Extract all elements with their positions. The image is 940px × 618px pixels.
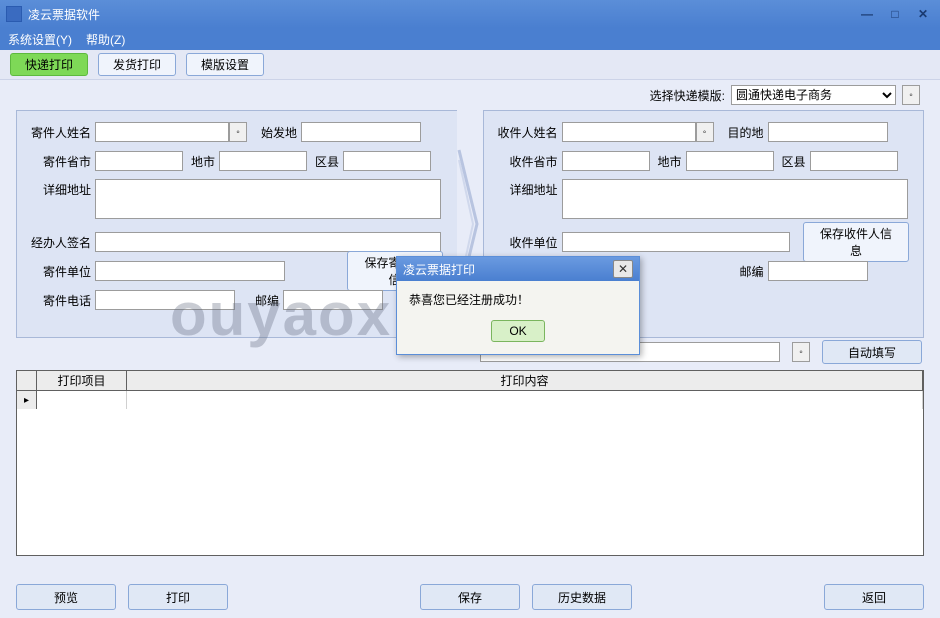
- receiver-province-label: 收件省市: [498, 153, 558, 170]
- receiver-name-label: 收件人姓名: [498, 124, 558, 141]
- receiver-address-input[interactable]: [562, 179, 908, 219]
- receiver-unit-label: 收件单位: [498, 234, 558, 251]
- row-marker-icon: ▸: [17, 391, 37, 409]
- sender-signer-input[interactable]: [95, 232, 441, 252]
- receiver-province-input[interactable]: [562, 151, 650, 171]
- template-dropdown-icon[interactable]: ◦: [902, 85, 920, 105]
- print-button[interactable]: 打印: [128, 584, 228, 610]
- template-label: 选择快递模版:: [650, 87, 725, 104]
- minimize-button[interactable]: —: [856, 6, 878, 22]
- receiver-city-label: 地市: [650, 153, 682, 170]
- grid-corner: [17, 371, 37, 390]
- menu-system-settings[interactable]: 系统设置(Y): [8, 31, 72, 48]
- dialog-message: 恭喜您已经注册成功！: [409, 291, 627, 308]
- app-icon: [6, 6, 22, 22]
- sender-district-label: 区县: [307, 153, 339, 170]
- preview-button[interactable]: 预览: [16, 584, 116, 610]
- title-bar: 凌云票据软件 — □ ✕: [0, 0, 940, 28]
- origin-input[interactable]: [301, 122, 421, 142]
- dialog-close-button[interactable]: ✕: [613, 260, 633, 278]
- save-button[interactable]: 保存: [420, 584, 520, 610]
- dest-input[interactable]: [768, 122, 888, 142]
- autofill-dropdown-icon[interactable]: ◦: [792, 342, 810, 362]
- sender-name-label: 寄件人姓名: [31, 124, 91, 141]
- receiver-postcode-input[interactable]: [768, 261, 868, 281]
- history-button[interactable]: 历史数据: [532, 584, 632, 610]
- sender-address-label: 详细地址: [31, 179, 91, 198]
- back-button[interactable]: 返回: [824, 584, 924, 610]
- print-grid: 打印项目 打印内容 ▸: [16, 370, 924, 556]
- origin-label: 始发地: [247, 124, 297, 141]
- maximize-button[interactable]: □: [884, 6, 906, 22]
- receiver-postcode-label: 邮编: [732, 263, 764, 280]
- menu-help[interactable]: 帮助(Z): [86, 31, 125, 48]
- tab-template-config[interactable]: 模版设置: [186, 53, 264, 76]
- template-selector-row: 选择快递模版: 圆通快递电子商务 ◦: [0, 80, 940, 110]
- tab-shipment-print[interactable]: 发货打印: [98, 53, 176, 76]
- receiver-district-label: 区县: [774, 153, 806, 170]
- sender-province-label: 寄件省市: [31, 153, 91, 170]
- menu-bar: 系统设置(Y) 帮助(Z): [0, 28, 940, 50]
- table-row[interactable]: ▸: [17, 391, 923, 409]
- dest-label: 目的地: [714, 124, 764, 141]
- sender-city-input[interactable]: [219, 151, 307, 171]
- save-receiver-button[interactable]: 保存收件人信息: [803, 222, 909, 262]
- sender-unit-input[interactable]: [95, 261, 285, 281]
- sender-district-input[interactable]: [343, 151, 431, 171]
- success-dialog: 凌云票据打印 ✕ 恭喜您已经注册成功！ OK: [396, 256, 640, 355]
- close-button[interactable]: ✕: [912, 6, 934, 22]
- sender-name-dropdown-icon[interactable]: ◦: [229, 122, 247, 142]
- template-select[interactable]: 圆通快递电子商务: [731, 85, 896, 105]
- sender-city-label: 地市: [183, 153, 215, 170]
- sender-panel: 寄件人姓名 ◦ 始发地 寄件省市 地市 区县 详细地址 经办人签名 寄件单位 保…: [16, 110, 457, 338]
- tab-express-print[interactable]: 快递打印: [10, 53, 88, 76]
- grid-col-item: 打印项目: [37, 371, 127, 390]
- sender-phone-input[interactable]: [95, 290, 235, 310]
- dialog-ok-button[interactable]: OK: [491, 320, 545, 342]
- sender-postcode-input[interactable]: [283, 290, 383, 310]
- receiver-name-dropdown-icon[interactable]: ◦: [696, 122, 714, 142]
- sender-signer-label: 经办人签名: [31, 234, 91, 251]
- window-title: 凌云票据软件: [28, 6, 856, 23]
- receiver-district-input[interactable]: [810, 151, 898, 171]
- sender-address-input[interactable]: [95, 179, 441, 219]
- footer-buttons: 预览 打印 保存 历史数据 返回: [16, 584, 924, 610]
- sender-unit-label: 寄件单位: [31, 263, 91, 280]
- sender-name-input[interactable]: [95, 122, 229, 142]
- autofill-button[interactable]: 自动填写: [822, 340, 922, 364]
- dialog-title: 凌云票据打印: [403, 261, 613, 278]
- sender-province-input[interactable]: [95, 151, 183, 171]
- sender-phone-label: 寄件电话: [31, 292, 91, 309]
- receiver-unit-input[interactable]: [562, 232, 790, 252]
- sender-postcode-label: 邮编: [235, 292, 279, 309]
- grid-col-content: 打印内容: [127, 371, 923, 390]
- receiver-name-input[interactable]: [562, 122, 696, 142]
- receiver-address-label: 详细地址: [498, 179, 558, 198]
- receiver-city-input[interactable]: [686, 151, 774, 171]
- toolbar: 快递打印 发货打印 模版设置: [0, 50, 940, 80]
